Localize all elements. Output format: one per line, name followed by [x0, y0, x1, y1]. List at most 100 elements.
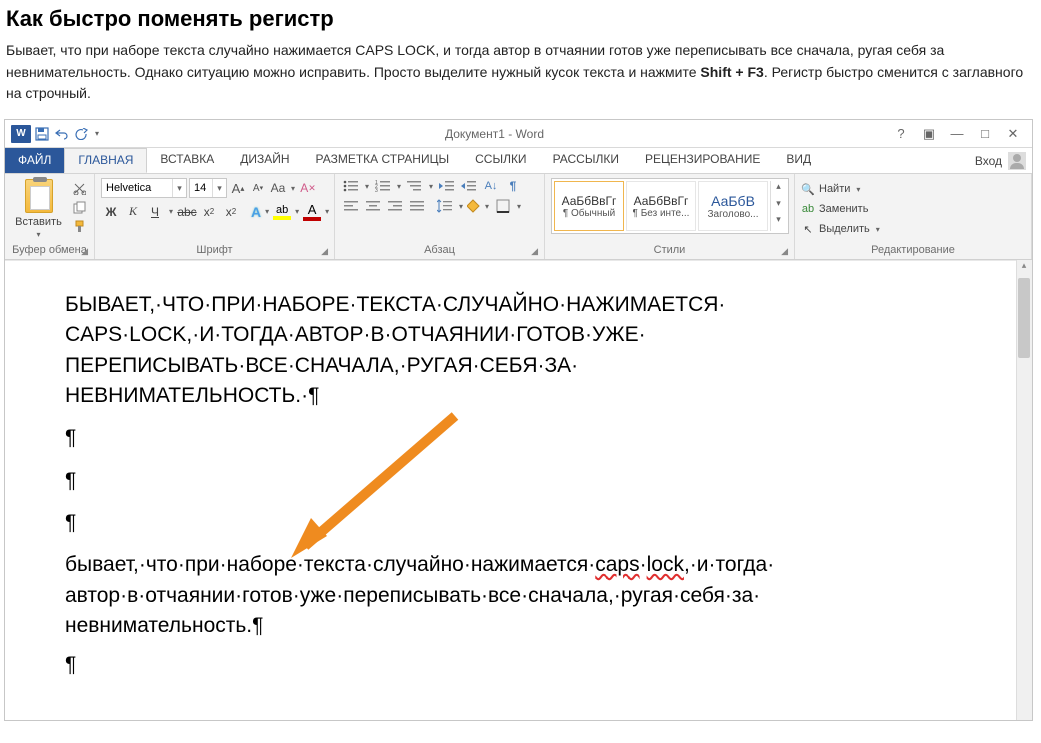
format-painter-icon[interactable]	[70, 218, 88, 234]
arrow-annotation-icon	[285, 406, 465, 566]
spell-error: caps	[595, 553, 639, 576]
highlight-button[interactable]: ab	[273, 204, 291, 220]
undo-icon[interactable]	[53, 125, 71, 143]
chevron-down-icon[interactable]: ▾	[172, 179, 186, 197]
tab-insert[interactable]: ВСТАВКА	[147, 148, 227, 173]
shading-icon[interactable]	[467, 199, 481, 213]
grow-font-icon[interactable]: A▴	[229, 179, 247, 197]
replace-icon: ab	[801, 202, 815, 216]
pilcrow: ¶	[65, 653, 76, 676]
doc-text: БЫВАЕТ,·ЧТО·ПРИ·НАБОРЕ·ТЕКСТА·СЛУЧАЙНО·Н…	[65, 293, 725, 316]
tab-view[interactable]: ВИД	[773, 148, 824, 173]
styles-gallery[interactable]: АаБбВвГг ¶ Обычный АаБбВвГг ¶ Без инте..…	[551, 178, 789, 234]
bullets-icon[interactable]	[341, 178, 361, 194]
svg-text:3: 3	[375, 188, 378, 192]
minimize-icon[interactable]: ―	[944, 125, 970, 143]
close-icon[interactable]: ✕	[1000, 125, 1026, 143]
styles-group-label: Стили◢	[551, 243, 788, 257]
paste-button[interactable]: Вставить ▾	[11, 178, 66, 239]
italic-button[interactable]: К	[123, 203, 143, 221]
tab-mailings[interactable]: РАССЫЛКИ	[540, 148, 632, 173]
scroll-up-icon[interactable]: ▴	[1016, 260, 1032, 276]
scroll-thumb[interactable]	[1018, 278, 1030, 358]
ribbon: Вставить ▾ Буфер обмена◢ ▾ ▾ A▴ A▾	[5, 174, 1032, 260]
bold-button[interactable]: Ж	[101, 203, 121, 221]
strike-button[interactable]: abc	[177, 203, 197, 221]
tab-layout[interactable]: РАЗМЕТКА СТРАНИЦЫ	[303, 148, 463, 173]
line-spacing-icon[interactable]	[435, 198, 455, 214]
shortcut: Shift + F3	[700, 64, 763, 80]
underline-button[interactable]: Ч	[145, 203, 165, 221]
increase-indent-icon[interactable]	[459, 178, 479, 194]
align-left-icon[interactable]	[341, 198, 361, 214]
justify-icon[interactable]	[407, 198, 427, 214]
sign-in-link[interactable]: Вход	[975, 154, 1002, 168]
pilcrow: ¶	[65, 426, 76, 449]
styles-more[interactable]: ▴▾▾	[770, 181, 786, 231]
dialog-launcher-icon[interactable]: ◢	[321, 246, 328, 257]
font-name-input[interactable]: ▾	[101, 178, 187, 198]
sort-icon[interactable]: A↓	[481, 178, 501, 194]
pilcrow: ¶	[65, 511, 76, 534]
pilcrow: ¶	[65, 469, 76, 492]
find-button[interactable]: 🔍Найти▾	[801, 180, 862, 198]
redo-icon[interactable]	[73, 125, 91, 143]
ribbon-tabs: ФАЙЛ ГЛАВНАЯ ВСТАВКА ДИЗАЙН РАЗМЕТКА СТР…	[5, 148, 1032, 174]
decrease-indent-icon[interactable]	[437, 178, 457, 194]
tab-file[interactable]: ФАЙЛ	[5, 148, 64, 173]
save-icon[interactable]	[33, 125, 51, 143]
doc-text: автор·в·отчаянии·готов·уже·переписывать·…	[65, 584, 760, 607]
tab-design[interactable]: ДИЗАЙН	[227, 148, 302, 173]
superscript-button[interactable]: x2	[221, 203, 241, 221]
article-title: Как быстро поменять регистр	[6, 6, 1035, 32]
doc-text: CAPS·LOCK,·И·ТОГДА·АВТОР·В·ОТЧАЯНИИ·ГОТО…	[65, 323, 646, 346]
align-center-icon[interactable]	[363, 198, 383, 214]
tab-home[interactable]: ГЛАВНАЯ	[64, 148, 147, 173]
document-body[interactable]: БЫВАЕТ,·ЧТО·ПРИ·НАБОРЕ·ТЕКСТА·СЛУЧАЙНО·Н…	[5, 260, 1032, 720]
vertical-scrollbar[interactable]: ▴	[1016, 260, 1032, 720]
tab-references[interactable]: ССЫЛКИ	[462, 148, 539, 173]
change-case-icon[interactable]: Aa	[269, 179, 287, 197]
titlebar: W ▾ Документ1 - Word ? ▣ ― □ ✕	[5, 120, 1032, 148]
shrink-font-icon[interactable]: A▾	[249, 179, 267, 197]
numbering-icon[interactable]: 123	[373, 178, 393, 194]
maximize-icon[interactable]: □	[972, 125, 998, 143]
align-right-icon[interactable]	[385, 198, 405, 214]
chevron-down-icon[interactable]: ▾	[35, 230, 43, 239]
clipboard-icon	[25, 179, 53, 213]
spell-error: lock	[647, 553, 684, 576]
qat-customize-icon[interactable]: ▾	[93, 125, 101, 143]
text-effects-button[interactable]: A	[251, 204, 261, 220]
font-color-button[interactable]: A	[303, 202, 321, 221]
style-normal[interactable]: АаБбВвГг ¶ Обычный	[554, 181, 624, 231]
clear-format-icon[interactable]: A✕	[299, 179, 317, 197]
borders-icon[interactable]	[493, 198, 513, 214]
chevron-down-icon[interactable]: ▾	[212, 179, 226, 197]
copy-icon[interactable]	[70, 199, 88, 215]
word-window: W ▾ Документ1 - Word ? ▣ ― □ ✕ ФАЙЛ ГЛАВ…	[4, 119, 1033, 721]
font-size-input[interactable]: ▾	[189, 178, 227, 198]
doc-text: ПЕРЕПИСЫВАТЬ·ВСЕ·СНАЧАЛА,·РУГАЯ·СЕБЯ·ЗА·	[65, 354, 578, 377]
show-marks-icon[interactable]: ¶	[503, 178, 523, 194]
dialog-launcher-icon[interactable]: ◢	[81, 246, 88, 257]
multilevel-icon[interactable]	[405, 178, 425, 194]
style-nospacing[interactable]: АаБбВвГг ¶ Без инте...	[626, 181, 696, 231]
dialog-launcher-icon[interactable]: ◢	[531, 246, 538, 257]
tab-review[interactable]: РЕЦЕНЗИРОВАНИЕ	[632, 148, 773, 173]
word-logo-icon: W	[11, 125, 31, 143]
select-button[interactable]: ↖Выделить▾	[801, 220, 882, 238]
search-icon: 🔍	[801, 182, 815, 196]
help-icon[interactable]: ?	[888, 125, 914, 143]
window-title: Документ1 - Word	[101, 127, 888, 141]
cut-icon[interactable]	[70, 180, 88, 196]
style-heading1[interactable]: АаБбВ Заголово...	[698, 181, 768, 231]
doc-text: НЕВНИМАТЕЛЬНОСТЬ.·¶	[65, 384, 319, 407]
doc-text: невнимательность.¶	[65, 614, 263, 637]
paragraph-group-label: Абзац◢	[341, 243, 538, 257]
ribbon-display-icon[interactable]: ▣	[916, 125, 942, 143]
replace-button[interactable]: abЗаменить	[801, 200, 868, 218]
subscript-button[interactable]: x2	[199, 203, 219, 221]
dialog-launcher-icon[interactable]: ◢	[781, 246, 788, 257]
font-group-label: Шрифт◢	[101, 243, 328, 257]
avatar-icon[interactable]	[1008, 152, 1026, 170]
